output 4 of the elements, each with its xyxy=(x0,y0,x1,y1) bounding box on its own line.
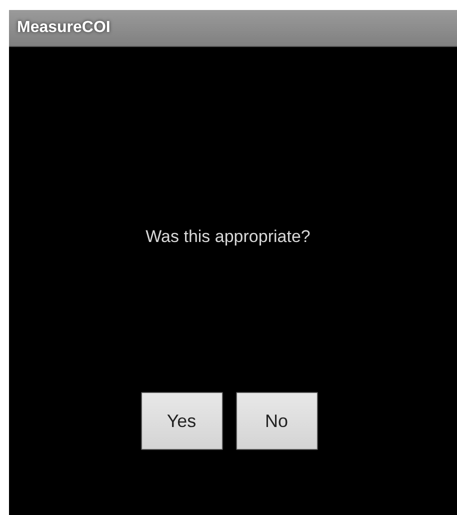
answer-button[interactable]: Yes xyxy=(140,392,222,450)
question-text: Was this appropriate? xyxy=(146,227,310,247)
answer-button[interactable]: No xyxy=(236,392,318,450)
window-title: MeasureCOI xyxy=(17,19,110,37)
